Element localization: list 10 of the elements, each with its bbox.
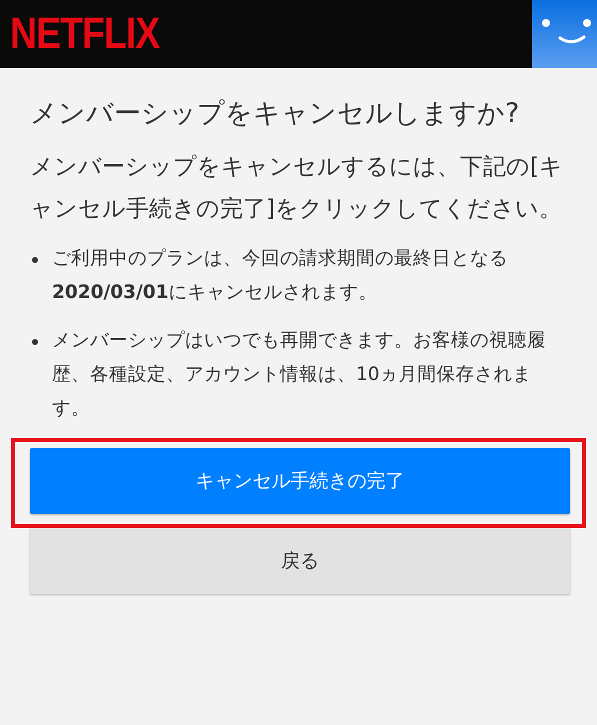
- note-text: ご利用中のプランは、今回の請求期間の最終日となる2020/03/01にキャンセルされます。: [52, 247, 509, 305]
- note-text: メンバーシップはいつでも再開できます。お客様の視聴履歴、各種設定、アカウント情報は、10ヵ月間保存されます。: [52, 329, 547, 421]
- description-text: メンバーシップをキャンセルするには、下記の[キャンセル手続きの完了]をクリックしてください。: [30, 153, 564, 224]
- page-title: メンバーシップをキャンセルしますか?: [30, 97, 520, 131]
- profile-avatar-icon[interactable]: [532, 0, 597, 68]
- bullet-icon: [32, 257, 38, 263]
- back-button[interactable]: 戻る: [30, 528, 570, 594]
- bullet-icon: [32, 339, 38, 345]
- complete-cancellation-button[interactable]: キャンセル手続きの完了: [30, 448, 570, 514]
- logo[interactable]: NETFLIX: [10, 12, 160, 56]
